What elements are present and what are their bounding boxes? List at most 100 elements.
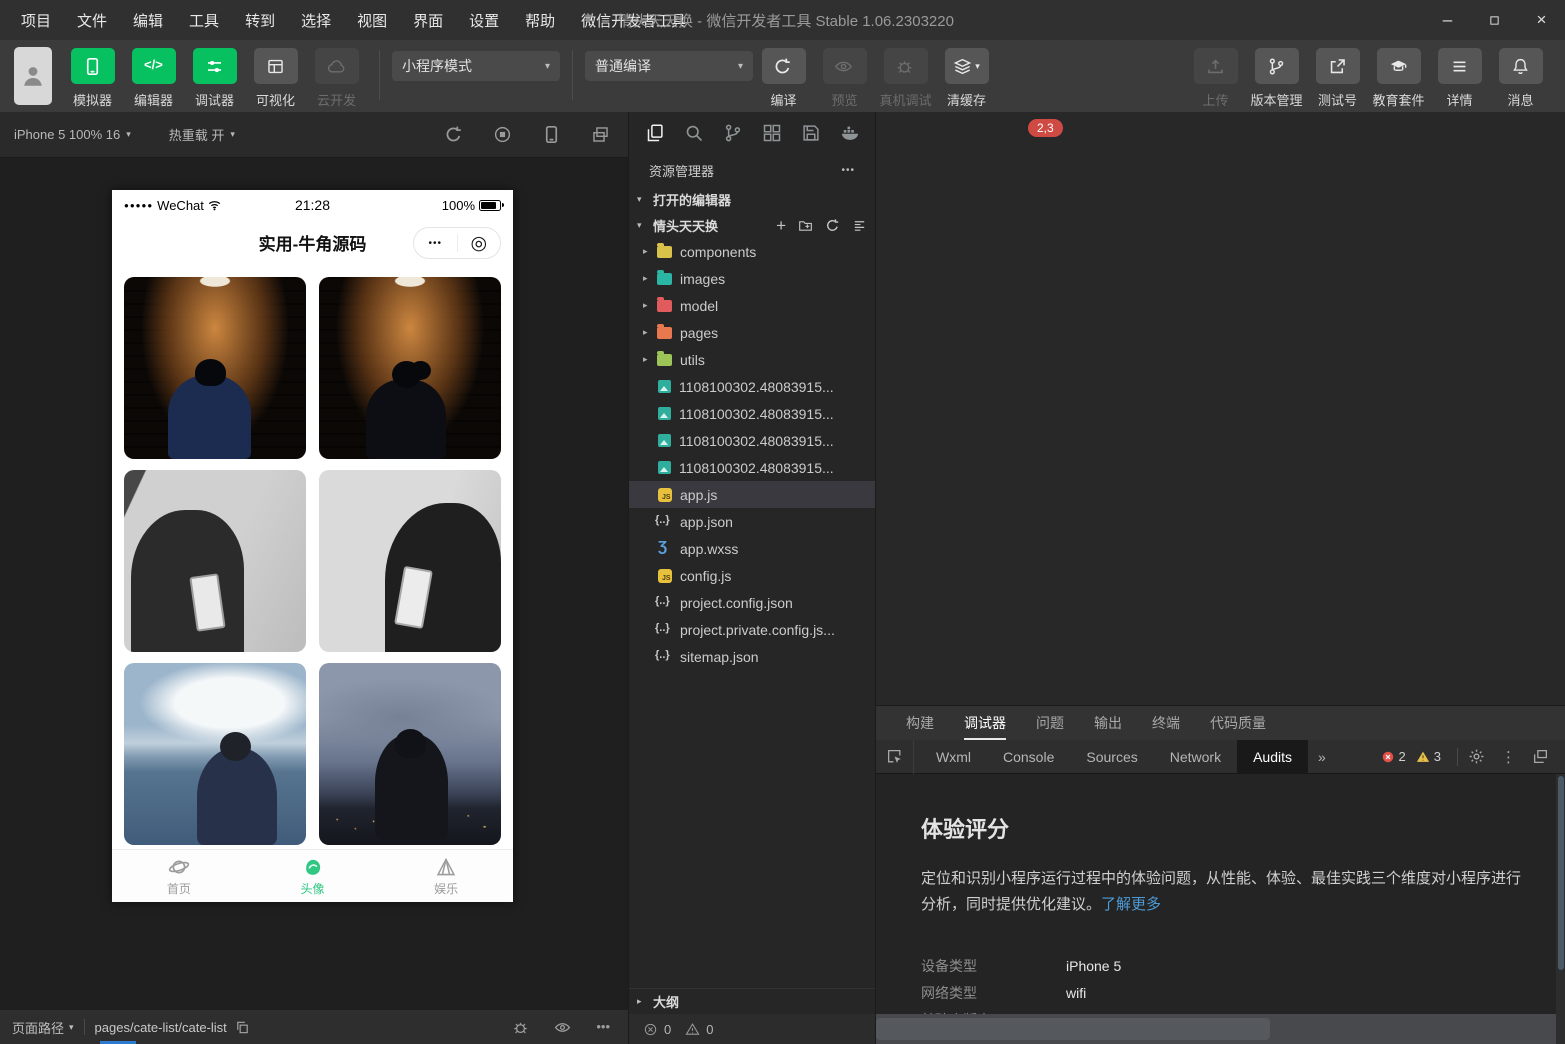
devtools-tab[interactable]: Console (987, 740, 1070, 774)
devtools-tab[interactable]: Audits (1237, 740, 1308, 774)
close-button[interactable]: × (1518, 0, 1565, 40)
menu-item[interactable]: 工具 (178, 6, 230, 35)
toolbar-button[interactable]: </> 编辑器 (123, 48, 184, 109)
debug-tab[interactable]: 问题 (1036, 706, 1064, 740)
tree-item[interactable]: ▸ 1108100302.48083915... (629, 400, 875, 427)
tree-item[interactable]: ▸ components (629, 238, 875, 265)
learn-more-link[interactable]: 了解更多 (1101, 896, 1161, 913)
gallery-photo[interactable] (319, 277, 501, 459)
debug-icon[interactable] (512, 1019, 529, 1036)
undock-icon[interactable] (1532, 748, 1549, 765)
toolbar-button[interactable]: 调试器 (184, 48, 245, 109)
toolbar-button[interactable]: ▾ 清缓存 (936, 48, 997, 109)
copy-path-icon[interactable] (235, 1020, 250, 1035)
open-editors-section[interactable]: ▾ 打开的编辑器 (629, 186, 875, 212)
record-stop-icon[interactable] (493, 125, 512, 144)
console-problem-counts[interactable]: 2 3 (1381, 749, 1447, 764)
docker-whale-icon[interactable] (840, 123, 860, 143)
devtools-tab[interactable]: Wxml (920, 740, 987, 774)
tree-item[interactable]: ▸ 1108100302.48083915... (629, 373, 875, 400)
tabbar-item[interactable]: 头像 (246, 850, 380, 902)
toolbar-button[interactable]: 测试号 (1307, 48, 1368, 109)
menu-item[interactable]: 帮助 (514, 6, 566, 35)
toolbar-button[interactable]: 编译 (753, 48, 814, 109)
tree-item[interactable]: ▸ pages (629, 319, 875, 346)
gallery-photo[interactable] (124, 277, 306, 459)
debug-tab[interactable]: 构建 (906, 706, 934, 740)
toolbar-button[interactable]: 可视化 (245, 48, 306, 109)
device-selector[interactable]: iPhone 5 100% 16 ▾ (14, 127, 131, 142)
menu-item[interactable]: 文件 (66, 6, 118, 35)
outline-section[interactable]: ▸ 大纲 (629, 988, 875, 1014)
search-icon[interactable] (684, 123, 704, 143)
toolbar-button[interactable]: 真机调试 (875, 48, 936, 109)
tree-item[interactable]: ▸ sitemap.json (629, 643, 875, 670)
debug-tab[interactable]: 输出 (1094, 706, 1122, 740)
devtools-tab[interactable]: Sources (1070, 740, 1153, 774)
tabbar-item[interactable]: 首页 (112, 850, 246, 902)
tree-item[interactable]: ▸ config.js (629, 562, 875, 589)
multi-window-icon[interactable] (591, 125, 610, 144)
gallery-photo[interactable] (319, 470, 501, 652)
menu-item[interactable]: 转到 (234, 6, 286, 35)
refresh-tree-icon[interactable] (825, 218, 840, 233)
menu-item[interactable]: 视图 (346, 6, 398, 35)
inspect-element-icon[interactable] (876, 740, 914, 774)
new-folder-icon[interactable] (798, 218, 813, 233)
restart-icon[interactable] (444, 125, 463, 144)
tree-item[interactable]: ▸ model (629, 292, 875, 319)
compile-mode-select[interactable]: 普通编译 ▾ (585, 51, 753, 81)
gallery-photo[interactable] (319, 663, 501, 845)
source-control-icon[interactable] (723, 123, 743, 143)
menu-item[interactable]: 选择 (290, 6, 342, 35)
debug-tab[interactable]: 代码质量 (1210, 706, 1266, 740)
mode-select[interactable]: 小程序模式 ▾ (392, 51, 560, 81)
tree-item[interactable]: ▸ 1108100302.48083915... (629, 427, 875, 454)
menu-item[interactable]: 界面 (402, 6, 454, 35)
toolbar-button[interactable]: 上传 (1185, 48, 1246, 109)
problems-summary[interactable]: 0 0 (629, 1014, 875, 1044)
tree-item[interactable]: ▸ project.private.config.js... (629, 616, 875, 643)
more-options-icon[interactable]: ••• (596, 1019, 610, 1036)
devtools-tab[interactable]: Network (1154, 740, 1237, 774)
toolbar-button[interactable]: 预览 (814, 48, 875, 109)
toolbar-button[interactable]: 版本管理 (1246, 48, 1307, 109)
maximize-button[interactable] (1471, 0, 1518, 40)
collapse-all-icon[interactable] (852, 218, 867, 233)
menu-item[interactable]: 编辑 (122, 6, 174, 35)
hot-reload-toggle[interactable]: 热重载 开 ▾ (169, 125, 235, 144)
project-section[interactable]: ▾ 情头天天换 + (629, 212, 875, 238)
explorer-more-icon[interactable]: ••• (841, 165, 855, 176)
tree-item[interactable]: ▸ app.json (629, 508, 875, 535)
tabbar-item[interactable]: 娱乐 (379, 850, 513, 902)
gallery-photo[interactable] (124, 663, 306, 845)
save-all-icon[interactable] (801, 123, 821, 143)
tree-item[interactable]: ▸ app.wxss (629, 535, 875, 562)
menu-item[interactable]: 项目 (10, 6, 62, 35)
watch-icon[interactable] (554, 1019, 571, 1036)
gallery-photo[interactable] (124, 470, 306, 652)
minimize-button[interactable]: – (1424, 0, 1471, 40)
horizontal-scrollbar[interactable] (876, 1014, 1556, 1044)
debug-tab[interactable]: 调试器 (964, 706, 1006, 740)
settings-gear-icon[interactable] (1468, 748, 1485, 765)
user-avatar[interactable] (14, 47, 52, 105)
capsule-more-button[interactable]: ••• (414, 238, 457, 249)
device-frame-icon[interactable] (542, 125, 561, 144)
tree-item[interactable]: ▸ utils (629, 346, 875, 373)
new-file-icon[interactable]: + (776, 217, 786, 234)
toolbar-button[interactable]: 模拟器 (62, 48, 123, 109)
toolbar-button[interactable]: 消息 (1490, 48, 1551, 109)
toolbar-button[interactable]: 云开发 (306, 48, 367, 109)
toolbar-button[interactable]: 详情 (1429, 48, 1490, 109)
tree-item[interactable]: ▸ project.config.json (629, 589, 875, 616)
kebab-menu-icon[interactable]: ⋮ (1501, 748, 1516, 765)
tree-item[interactable]: ▸ 1108100302.48083915... (629, 454, 875, 481)
explorer-files-icon[interactable] (645, 123, 665, 143)
extensions-icon[interactable] (762, 123, 782, 143)
toolbar-button[interactable]: 教育套件 (1368, 48, 1429, 109)
vertical-scrollbar[interactable] (1556, 774, 1565, 1044)
tab-overflow-button[interactable]: » (1308, 749, 1336, 765)
path-mode-selector[interactable]: 页面路径 ▾ (12, 1018, 74, 1037)
debug-tab[interactable]: 终端 (1152, 706, 1180, 740)
